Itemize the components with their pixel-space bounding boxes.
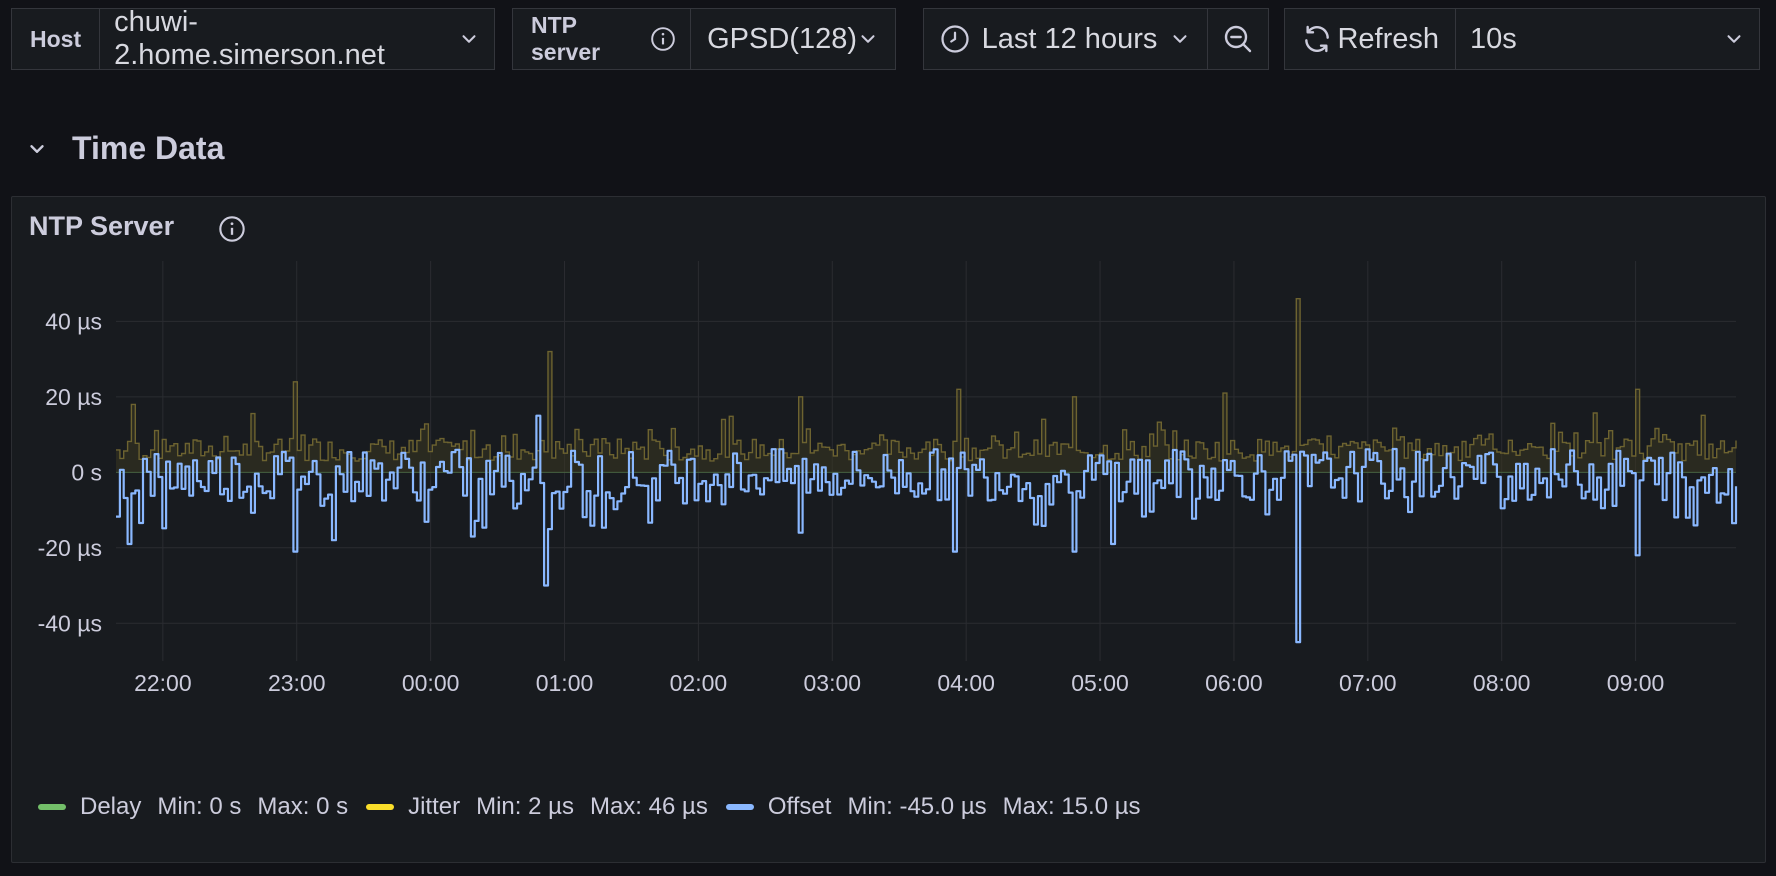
ntp-label: NTP server [531, 12, 601, 65]
info-icon[interactable] [650, 26, 676, 52]
refresh-picker: Refresh 10s [1284, 8, 1760, 70]
x-tick-label: 01:00 [536, 670, 594, 696]
x-tick-label: 22:00 [134, 670, 192, 696]
ntp-value: GPSD(128) [707, 22, 857, 55]
x-tick-label: 09:00 [1607, 670, 1665, 696]
y-tick-label: 0 s [71, 459, 102, 485]
chevron-down-icon [1169, 28, 1191, 50]
ntp-server-panel: NTP Server 22:00 23:00 00:00 01:00 02:00 03:0… [11, 196, 1766, 863]
host-variable: Host chuwi-2.home.simerson.net [11, 6, 495, 71]
refresh-interval-value: 10s [1470, 22, 1517, 55]
x-tick-label: 23:00 [268, 670, 326, 696]
y-tick-label: -20 µs [38, 535, 102, 561]
legend-min: Min: -45.0 µs [847, 793, 987, 820]
y-tick-label: -40 µs [38, 610, 102, 636]
jitter-series-line [116, 298, 1737, 462]
x-tick-label: 07:00 [1339, 670, 1397, 696]
time-range-value: Last 12 hours [981, 22, 1158, 55]
ntp-server-variable: NTP server GPSD(128) [512, 8, 896, 70]
time-range-picker: Last 12 hours [923, 8, 1269, 70]
x-tick-label: 03:00 [803, 670, 861, 696]
x-tick-label: 06:00 [1205, 670, 1263, 696]
legend-min: Min: 0 s [157, 793, 242, 820]
time-range-button[interactable]: Last 12 hours [924, 9, 1207, 69]
legend-series-name: Offset [767, 793, 832, 820]
x-tick-label: 05:00 [1071, 670, 1129, 696]
chevron-down-icon [458, 28, 480, 50]
refresh-label: Refresh [1337, 22, 1439, 55]
legend-series-name: Delay [80, 793, 142, 820]
clock-icon [940, 24, 970, 54]
x-tick-label: 08:00 [1473, 670, 1531, 696]
legend-swatch [725, 804, 754, 810]
timeseries-chart[interactable]: 22:00 23:00 00:00 01:00 02:00 03:00 04:00 05:00… [12, 197, 1767, 787]
x-tick-label: 00:00 [402, 670, 460, 696]
legend-max: Max: 46 µs [589, 793, 708, 820]
host-select[interactable]: chuwi-2.home.simerson.net [99, 6, 494, 71]
refresh-interval-select[interactable]: 10s [1455, 9, 1759, 69]
chevron-down-icon [1723, 28, 1745, 50]
x-tick-label: 02:00 [670, 670, 728, 696]
host-value: chuwi-2.home.simerson.net [114, 6, 385, 71]
y-tick-label: 20 µs [45, 384, 102, 410]
legend-min: Min: 2 µs [476, 793, 574, 820]
refresh-button[interactable]: Refresh [1285, 9, 1455, 69]
chevron-down-icon [26, 138, 48, 160]
legend-item-delay[interactable]: Delay Min: 0 s Max: 0 s [38, 793, 348, 821]
zoom-out-button[interactable] [1207, 9, 1268, 69]
x-tick-label: 04:00 [937, 670, 995, 696]
legend-series-name: Jitter [408, 793, 461, 820]
zoom-out-icon [1222, 23, 1254, 55]
legend-max: Max: 15.0 µs [1002, 793, 1141, 820]
legend-item-jitter[interactable]: Jitter Min: 2 µs Max: 46 µs [366, 793, 708, 821]
chevron-down-icon [857, 28, 879, 50]
refresh-icon [1301, 23, 1333, 55]
ntp-select[interactable]: GPSD(128) [690, 9, 895, 69]
legend-max: Max: 0 s [257, 793, 349, 820]
dashboard-toolbar: Host chuwi-2.home.simerson.net NTP serve… [0, 0, 1776, 80]
legend-item-offset[interactable]: Offset Min: -45.0 µs Max: 15.0 µs [725, 793, 1141, 821]
ntp-label-box: NTP server [513, 9, 690, 69]
legend-swatch [366, 804, 395, 810]
host-label-box: Host [12, 9, 99, 69]
host-label: Host [30, 25, 82, 52]
y-tick-label: 40 µs [45, 308, 102, 334]
chart-legend: Delay Min: 0 s Max: 0 s Jitter Min: 2 µs… [38, 793, 1159, 821]
row-header-time-data[interactable]: Time Data [26, 130, 224, 167]
section-title: Time Data [72, 130, 225, 166]
legend-swatch [38, 804, 66, 810]
